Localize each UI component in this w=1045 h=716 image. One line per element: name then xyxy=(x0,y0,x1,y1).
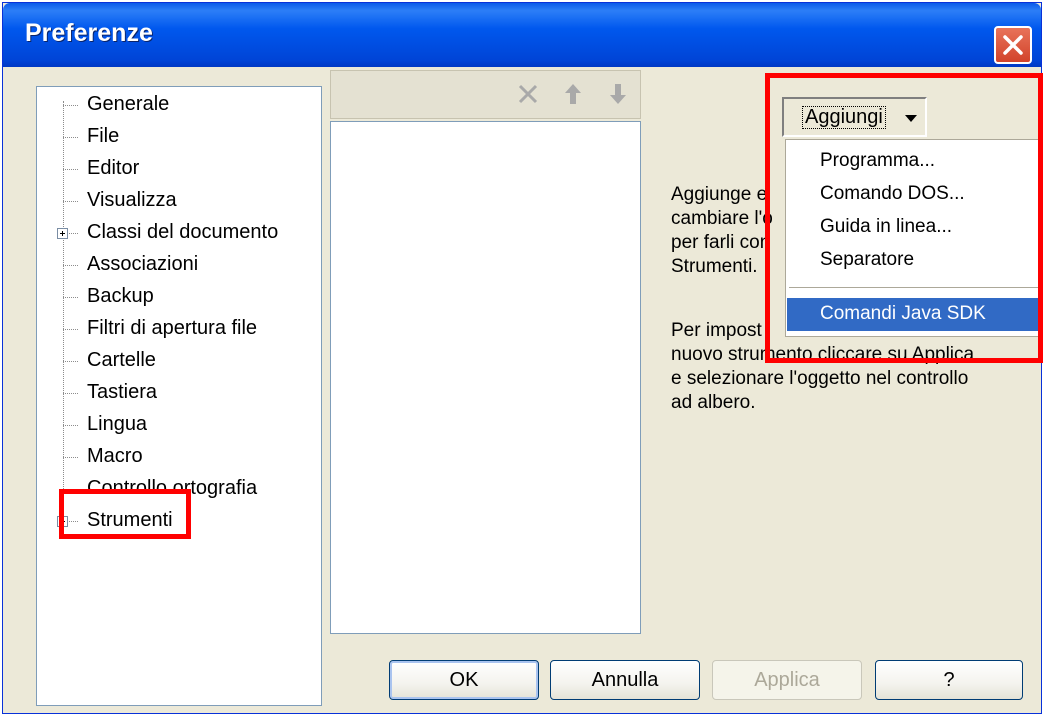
delete-icon[interactable] xyxy=(514,80,542,108)
preferences-tree[interactable]: Generale File Editor Visualizza Classi d… xyxy=(36,86,322,706)
cancel-button[interactable]: Annulla xyxy=(550,660,700,700)
tree-connector xyxy=(63,329,78,330)
help-button[interactable]: ? xyxy=(875,660,1023,700)
tree-item-label: Generale xyxy=(87,93,170,115)
tree-item-label: Filtri di apertura file xyxy=(87,317,258,339)
tree-item-label: Editor xyxy=(87,157,140,179)
apply-button[interactable]: Applica xyxy=(712,660,862,700)
move-down-icon[interactable] xyxy=(604,80,632,108)
window-title: Preferenze xyxy=(25,19,153,47)
tree-item-visualizza[interactable]: Visualizza xyxy=(37,187,321,217)
tree-item-cartelle[interactable]: Cartelle xyxy=(37,347,321,377)
tree-item-classi-del-documento[interactable]: Classi del documento xyxy=(37,219,321,249)
tree-item-label: Tastiera xyxy=(87,381,158,403)
tree-item-label: Visualizza xyxy=(87,189,177,211)
tree-item-label: Macro xyxy=(87,445,143,467)
tree-item-file[interactable]: File xyxy=(37,123,321,153)
tree-item-editor[interactable]: Editor xyxy=(37,155,321,185)
preferences-dialog: Preferenze Generale File Editor Visualiz… xyxy=(2,2,1043,714)
tree-item-label: Lingua xyxy=(87,413,148,435)
move-up-icon[interactable] xyxy=(559,80,587,108)
tree-connector xyxy=(63,425,78,426)
tree-connector xyxy=(63,297,78,298)
tree-item-label: File xyxy=(87,125,120,147)
description-line: ad albero. xyxy=(671,392,756,413)
expand-icon[interactable] xyxy=(57,228,68,239)
tree-item-generale[interactable]: Generale xyxy=(37,91,321,121)
tree-item-tastiera[interactable]: Tastiera xyxy=(37,379,321,409)
tools-toolbar xyxy=(330,70,641,119)
tree-connector xyxy=(63,393,78,394)
tree-item-associazioni[interactable]: Associazioni xyxy=(37,251,321,281)
tree-connector xyxy=(63,265,78,266)
ok-button[interactable]: OK xyxy=(389,660,539,700)
tree-item-lingua[interactable]: Lingua xyxy=(37,411,321,441)
tree-connector xyxy=(63,105,78,106)
title-bar[interactable]: Preferenze xyxy=(3,3,1041,67)
tree-item-label: Associazioni xyxy=(87,253,199,275)
tree-item-filtri-di-apertura-file[interactable]: Filtri di apertura file xyxy=(37,315,321,345)
tree-item-label: Cartelle xyxy=(87,349,156,371)
close-icon xyxy=(1003,35,1023,55)
tree-connector xyxy=(63,201,78,202)
highlight-box-menu xyxy=(765,73,1043,363)
close-button[interactable] xyxy=(994,26,1032,64)
tree-item-label: Backup xyxy=(87,285,154,307)
tree-item-macro[interactable]: Macro xyxy=(37,443,321,473)
tree-item-backup[interactable]: Backup xyxy=(37,283,321,313)
tree-item-label: Classi del documento xyxy=(87,221,279,243)
tree-connector xyxy=(63,457,78,458)
tree-connector xyxy=(63,169,78,170)
tools-list[interactable] xyxy=(330,121,641,634)
tree-connector xyxy=(63,361,78,362)
highlight-box-strumenti xyxy=(59,489,191,539)
description-line: e selezionare l'oggetto nel controllo xyxy=(671,368,969,389)
tree-connector xyxy=(63,137,78,138)
